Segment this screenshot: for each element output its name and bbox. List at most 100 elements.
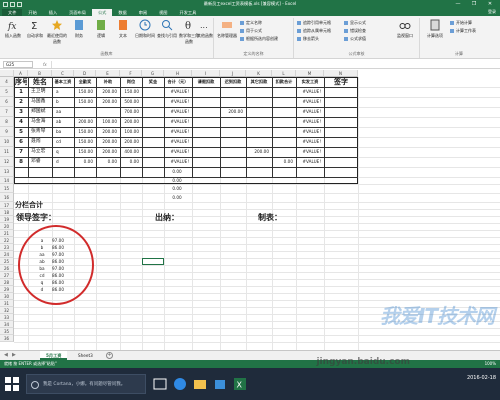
table-cell-leave[interactable]	[193, 107, 219, 117]
close-button[interactable]: ✕	[482, 0, 498, 8]
row-header[interactable]: 28	[0, 279, 14, 286]
fx-icon[interactable]: fx	[43, 62, 47, 67]
table-cell-actual[interactable]: #VALUE!	[297, 157, 323, 167]
table-cell-seq[interactable]: 2	[15, 97, 27, 107]
row-header[interactable]: 9	[0, 127, 14, 137]
table-cell-actual[interactable]: #VALUE!	[297, 87, 323, 97]
row-header[interactable]: 7	[0, 107, 14, 117]
row-header[interactable]: 35	[0, 328, 14, 335]
row-header[interactable]: 6	[0, 97, 14, 107]
maximize-button[interactable]: ❐	[466, 0, 482, 8]
table-cell-bonus[interactable]	[143, 107, 163, 117]
row-header[interactable]: 30	[0, 293, 14, 300]
table-cell-fulltime[interactable]: 150.00	[75, 97, 95, 107]
edge-browser-icon[interactable]	[172, 376, 188, 392]
column-header[interactable]: G	[142, 70, 164, 77]
column-header[interactable]: C	[52, 70, 74, 77]
table-cell-bonus[interactable]	[143, 117, 163, 127]
store-icon[interactable]	[212, 376, 228, 392]
table-cell-leave[interactable]	[193, 157, 219, 167]
table-cell-post[interactable]: 0.00	[121, 157, 141, 167]
table-cell-other[interactable]	[247, 117, 271, 127]
table-cell-base[interactable]: cd	[53, 137, 73, 147]
table-cell-deduct[interactable]	[273, 127, 295, 137]
row-header[interactable]: 34	[0, 321, 14, 328]
table-cell-base[interactable]: d	[53, 157, 73, 167]
sheet-next-icon[interactable]: ▶	[12, 352, 16, 358]
table-cell-deduct[interactable]	[273, 107, 295, 117]
row-header[interactable]: 10	[0, 137, 14, 147]
table-cell-deduct[interactable]: 0.00	[273, 157, 295, 167]
table-cell-total[interactable]: #VALUE!	[165, 157, 191, 167]
column-title-late[interactable]: 迟到扣款（元）	[221, 77, 245, 87]
column-header[interactable]: B	[28, 70, 52, 77]
file-explorer-icon[interactable]	[192, 376, 208, 392]
name-manager-button[interactable]: 名称管理器	[216, 19, 238, 47]
table-cell-deduct[interactable]	[273, 117, 295, 127]
column-title-post[interactable]: 岗位	[121, 77, 141, 87]
table-cell-base[interactable]: q	[53, 147, 73, 157]
table-cell-post[interactable]: 100.00	[121, 127, 141, 137]
row-header[interactable]: 12	[0, 157, 14, 167]
calculate-now-button[interactable]: 开始计算	[450, 19, 476, 27]
table-cell-name[interactable]: 聂闯	[29, 137, 51, 147]
sheet-tab-may-salary[interactable]: 5月工资	[40, 351, 68, 360]
table-cell-base[interactable]: aa	[53, 107, 73, 117]
table-cell-other[interactable]	[247, 97, 271, 107]
table-cell-fulltime[interactable]	[75, 107, 95, 117]
tab-developer[interactable]: 开发工具	[174, 9, 203, 16]
row-header[interactable]: 21	[0, 230, 14, 237]
autosum-button[interactable]: Σ 自动求和	[24, 19, 46, 47]
table-cell-total[interactable]: #VALUE!	[165, 87, 191, 97]
zoom-level[interactable]: 100%	[485, 360, 496, 368]
table-cell-subsidy[interactable]: 200.00	[97, 97, 119, 107]
table-cell-late[interactable]	[221, 97, 245, 107]
use-in-formula-button[interactable]: 用于公式	[240, 27, 278, 35]
table-cell-other[interactable]: 200.00	[247, 147, 271, 157]
row-header[interactable]: 20	[0, 223, 14, 230]
define-name-button[interactable]: 定义名称	[240, 19, 278, 27]
table-cell-bonus[interactable]	[143, 147, 163, 157]
row-header[interactable]: 4	[0, 77, 14, 87]
table-cell-base[interactable]: ba	[53, 127, 73, 137]
more-functions-button[interactable]: ... 其他函数	[196, 19, 214, 47]
column-title-deduct[interactable]: 扣款合计（元）	[273, 77, 295, 87]
table-cell-other[interactable]	[247, 107, 271, 117]
sign-in-link[interactable]: 登录	[488, 8, 496, 16]
column-header[interactable]: J	[220, 70, 246, 77]
table-cell-seq[interactable]: 6	[15, 137, 27, 147]
minimize-button[interactable]: —	[450, 0, 466, 8]
row-header[interactable]: 17	[0, 202, 14, 209]
row-header[interactable]: 24	[0, 251, 14, 258]
table-cell-name[interactable]: 郑国斌	[29, 107, 51, 117]
add-sheet-icon[interactable]: +	[106, 352, 113, 359]
table-cell-total[interactable]: #VALUE!	[165, 117, 191, 127]
table-cell-subsidy[interactable]: 200.00	[97, 127, 119, 137]
row-header[interactable]: 19	[0, 216, 14, 223]
row-header[interactable]: 13	[0, 167, 14, 177]
sheet-tab-sheet3[interactable]: Sheet3	[72, 351, 99, 360]
row-header[interactable]: 11	[0, 147, 14, 157]
table-cell-total[interactable]: #VALUE!	[165, 127, 191, 137]
formula-input[interactable]	[50, 60, 497, 68]
table-cell-deduct[interactable]	[273, 137, 295, 147]
column-header[interactable]: F	[120, 70, 142, 77]
table-cell-subsidy[interactable]: 100.00	[97, 117, 119, 127]
row-header[interactable]: 27	[0, 272, 14, 279]
table-cell-late[interactable]	[221, 157, 245, 167]
remove-arrows-button[interactable]: 移去箭头	[297, 35, 331, 43]
column-title-total[interactable]: 合计（元）	[165, 77, 191, 87]
task-view-icon[interactable]	[152, 376, 168, 392]
row-header[interactable]: 14	[0, 177, 14, 184]
table-cell-late[interactable]	[221, 147, 245, 157]
column-title-bonus[interactable]: 奖金	[143, 77, 163, 87]
tab-data[interactable]: 数据	[112, 9, 132, 16]
table-cell-bonus[interactable]	[143, 87, 163, 97]
table-cell-subsidy[interactable]: 200.00	[97, 137, 119, 147]
table-cell-seq[interactable]: 1	[15, 87, 27, 97]
table-cell-total[interactable]: #VALUE!	[165, 97, 191, 107]
table-cell-actual[interactable]: #VALUE!	[297, 117, 323, 127]
table-cell-post[interactable]: 700.00	[121, 107, 141, 117]
excel-taskbar-icon[interactable]: X	[232, 376, 248, 392]
windows-start-icon[interactable]	[4, 376, 20, 392]
